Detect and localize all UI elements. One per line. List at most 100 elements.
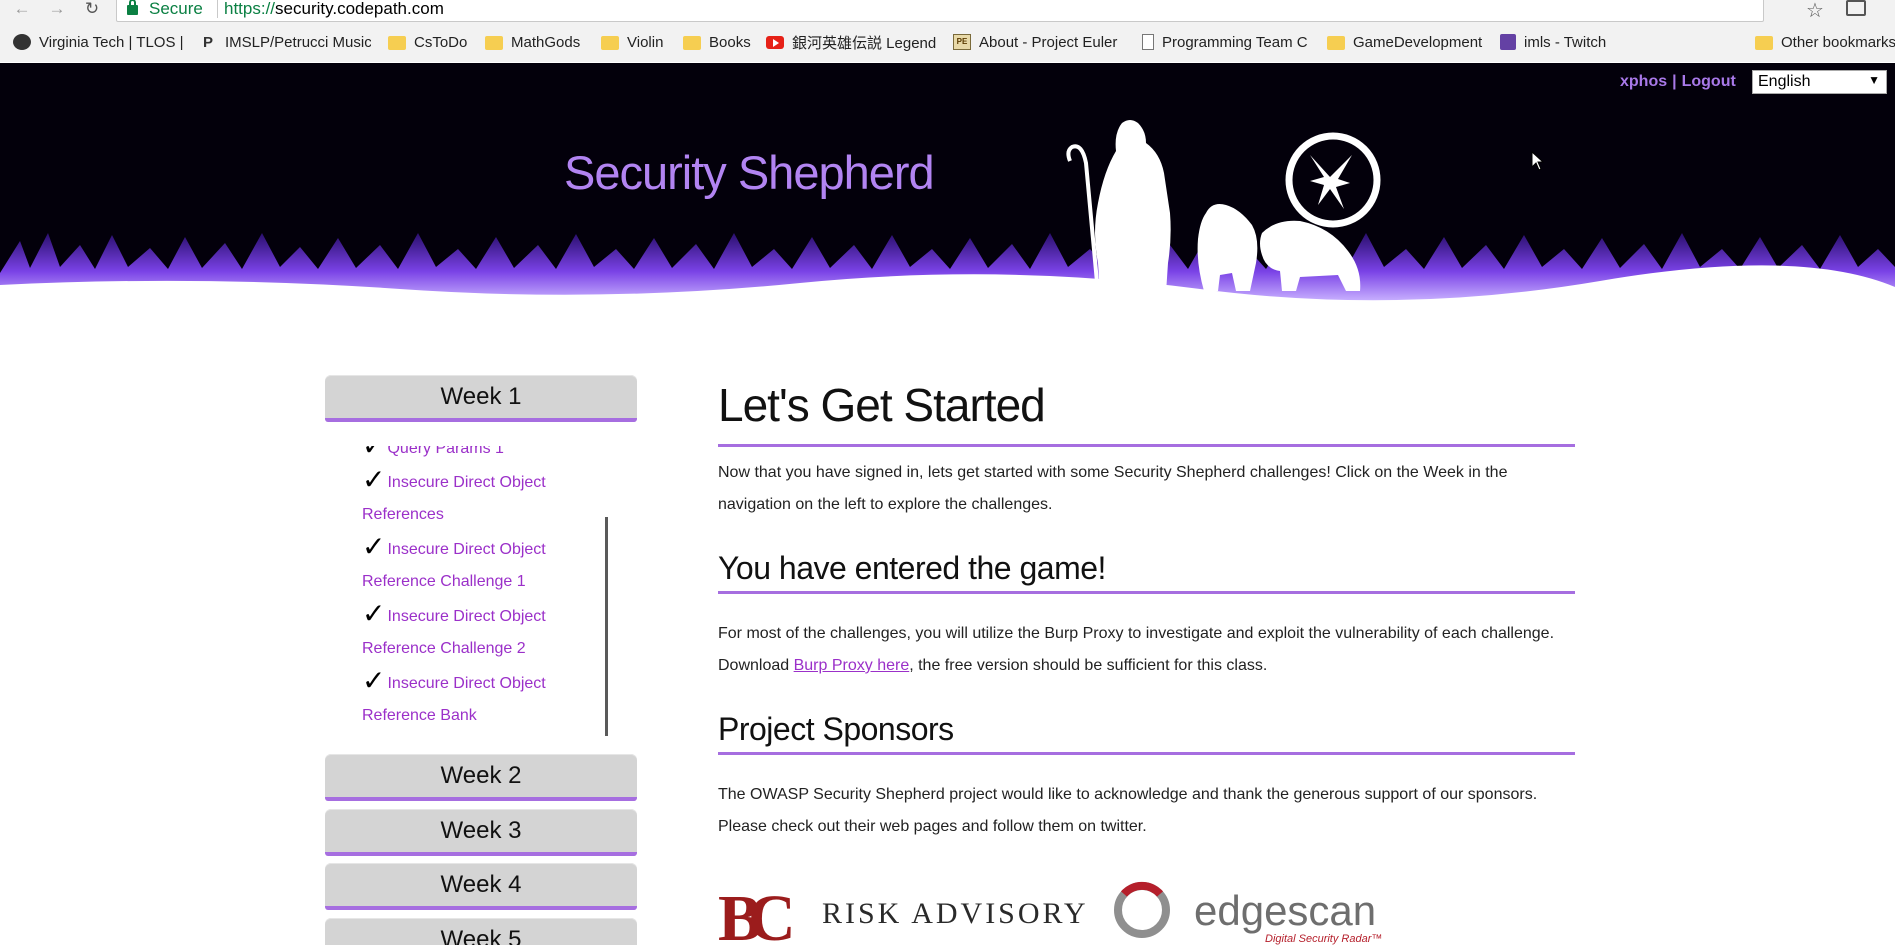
- week-1-challenge-list[interactable]: ✓Query Params 1 ✓Insecure Direct Object …: [325, 446, 615, 736]
- mouse-cursor-icon: [1531, 151, 1545, 171]
- bookmark-label: GameDevelopment: [1353, 33, 1483, 51]
- bookmark-violin[interactable]: Violin: [601, 30, 671, 54]
- challenge-query-params-1[interactable]: ✓Query Params 1: [362, 446, 602, 465]
- site-banner: xphos | Logout English ▼ Security Shepherd: [0, 63, 1895, 318]
- cast-icon[interactable]: [1846, 0, 1866, 16]
- game-text-post: , the free version should be sufficient …: [909, 657, 1268, 674]
- bookmark-virginia-tech[interactable]: Virginia Tech | TLOS |: [13, 30, 183, 54]
- challenge-label: Insecure Direct Object Reference Challen…: [362, 541, 546, 590]
- bookmark-label: CsToDo: [414, 33, 468, 51]
- shepherd-scene-graphic: [0, 120, 1895, 318]
- bookmark-star-icon[interactable]: ☆: [1806, 0, 1824, 23]
- reload-icon[interactable]: ↻: [81, 0, 103, 20]
- bookmark-mathgods[interactable]: MathGods: [485, 30, 585, 54]
- user-links: xphos | Logout: [1620, 73, 1736, 91]
- username-link[interactable]: xphos: [1620, 73, 1667, 90]
- risk-advisory-logo-text: RISK ADVISORY: [822, 897, 1089, 930]
- lock-icon: [127, 0, 138, 15]
- folder-icon: [601, 35, 619, 50]
- check-icon: ✓: [362, 531, 386, 562]
- check-icon: ✓: [362, 665, 386, 696]
- bookmark-label: Books: [709, 33, 751, 51]
- bookmark-programming-team[interactable]: Programming Team C: [1140, 30, 1308, 54]
- bookmark-gamedevelopment[interactable]: GameDevelopment: [1327, 30, 1487, 54]
- challenge-label: Insecure Direct Object Reference Bank: [362, 675, 546, 724]
- folder-icon: [388, 35, 406, 50]
- bookmark-project-euler[interactable]: PE About - Project Euler: [953, 30, 1125, 54]
- week-5-button[interactable]: Week 5: [325, 918, 637, 945]
- challenge-list-scrollbar[interactable]: [605, 517, 608, 736]
- check-icon: ✓: [362, 446, 385, 461]
- game-text: For most of the challenges, you will uti…: [718, 618, 1575, 682]
- week-3-button[interactable]: Week 3: [325, 809, 637, 856]
- folder-icon: [683, 35, 701, 50]
- challenge-label: Insecure Direct Object References: [362, 474, 546, 523]
- vt-logo-icon: [13, 34, 31, 50]
- bookmark-cstodo[interactable]: CsToDo: [388, 30, 470, 54]
- challenge-label: Query Params 1: [387, 446, 504, 457]
- address-bar[interactable]: Secure https://security.codepath.com: [116, 0, 1764, 22]
- folder-icon: [1327, 35, 1345, 50]
- forward-arrow-icon[interactable]: →: [46, 0, 68, 20]
- bookmark-label: About - Project Euler: [979, 33, 1118, 51]
- risk-advisory-sponsor-logo[interactable]: RISK ADVISORY: [822, 897, 1089, 930]
- twitch-icon: [1500, 34, 1516, 50]
- logout-link[interactable]: Logout: [1682, 73, 1736, 90]
- challenge-idor-2[interactable]: ✓ Insecure Direct Object Reference Challe…: [362, 598, 602, 665]
- bookmark-twitch[interactable]: imls - Twitch: [1500, 30, 1620, 54]
- sponsor-logos: BC RISK ADVISORY edgescan Digital Securi…: [718, 881, 1382, 945]
- language-select-value: English: [1758, 73, 1811, 90]
- challenge-idor-bank[interactable]: ✓ Insecure Direct Object Reference Bank: [362, 665, 602, 732]
- bc-logo-text: BC: [718, 882, 791, 945]
- chevron-down-icon: ▼: [1868, 73, 1880, 87]
- bookmark-label: Other bookmarks: [1781, 33, 1895, 51]
- project-euler-icon: PE: [953, 34, 971, 50]
- week-1-button[interactable]: Week 1: [325, 375, 637, 422]
- intro-text: Now that you have signed in, lets get st…: [718, 464, 1508, 513]
- game-text-line-1: For most of the challenges, you will uti…: [718, 625, 1555, 642]
- url-host: security.codepath.com: [275, 0, 444, 18]
- check-icon: ✓: [362, 464, 386, 495]
- challenge-label: Insecure Direct Object Reference Challen…: [362, 608, 546, 657]
- url-scheme: https://: [224, 0, 276, 18]
- game-text-pre: Download: [718, 657, 794, 674]
- edgescan-sponsor-logo[interactable]: edgescan Digital Security Radar™: [1114, 881, 1382, 945]
- week-1-label: Week 1: [440, 382, 522, 410]
- bookmark-label: 銀河英雄伝説 Legend: [792, 34, 937, 52]
- url-text[interactable]: https://security.codepath.com: [224, 0, 444, 19]
- week-3-label: Week 3: [440, 816, 522, 844]
- week-4-label: Week 4: [440, 870, 522, 898]
- back-arrow-icon[interactable]: ←: [11, 0, 33, 20]
- url-separator: [217, 0, 218, 18]
- folder-icon: [485, 35, 503, 50]
- week-2-button[interactable]: Week 2: [325, 754, 637, 801]
- challenge-idor-1[interactable]: ✓ Insecure Direct Object Reference Challe…: [362, 531, 602, 598]
- sponsors-heading: Project Sponsors: [718, 711, 1575, 755]
- challenge-idor[interactable]: ✓ Insecure Direct Object References: [362, 464, 602, 531]
- page-title: Let's Get Started: [718, 378, 1575, 447]
- burp-proxy-link[interactable]: Burp Proxy here: [794, 657, 910, 674]
- browser-chrome: ← → ↻ Secure https://security.codepath.c…: [0, 0, 1895, 62]
- document-icon: [1142, 34, 1154, 50]
- bookmark-label: MathGods: [511, 33, 581, 51]
- owasp-wasp: [1310, 155, 1352, 209]
- bookmark-other[interactable]: Other bookmarks: [1755, 30, 1895, 54]
- bc-sponsor-logo[interactable]: BC: [718, 882, 805, 945]
- imslp-icon: P: [202, 34, 213, 51]
- youtube-icon: [766, 35, 784, 49]
- bookmark-books[interactable]: Books: [683, 30, 755, 54]
- bookmark-label: Violin: [627, 33, 664, 51]
- user-links-separator: |: [1672, 73, 1677, 90]
- folder-icon: [1755, 35, 1773, 50]
- bookmark-legend[interactable]: 銀河英雄伝説 Legend: [766, 30, 938, 54]
- bookmark-imslp[interactable]: P IMSLP/Petrucci Music: [199, 30, 371, 54]
- sponsors-text: The OWASP Security Shepherd project woul…: [718, 786, 1538, 835]
- week-4-button[interactable]: Week 4: [325, 863, 637, 910]
- secure-label: Secure: [149, 0, 203, 18]
- game-heading: You have entered the game!: [718, 550, 1575, 594]
- bookmarks-bar: Virginia Tech | TLOS | P IMSLP/Petrucci M…: [0, 30, 1895, 56]
- week-2-label: Week 2: [440, 761, 522, 789]
- language-select[interactable]: English ▼: [1752, 70, 1887, 94]
- check-icon: ✓: [362, 598, 386, 629]
- week-5-label: Week 5: [440, 926, 522, 945]
